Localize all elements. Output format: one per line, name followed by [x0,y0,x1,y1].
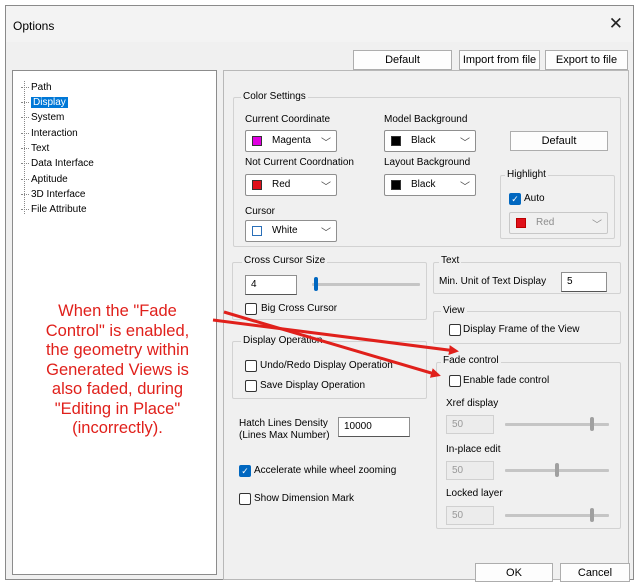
annotation-arrow-line [212,318,459,356]
annotation-line: also faded, during [51,380,184,398]
annotation-line: Control" is enabled, [45,321,190,340]
annotation-text: When the "Fade Control" is enabled, the … [16,302,219,439]
annotation-line: When the "Fade [58,302,177,320]
annotation-line: "Editing in Place" [54,399,181,418]
annotation-arrows [212,310,459,378]
annotation-line: Generated Views is [46,360,189,379]
annotation-line: the geometry within [45,341,190,359]
annotation-line: (incorrectly). [72,419,163,437]
